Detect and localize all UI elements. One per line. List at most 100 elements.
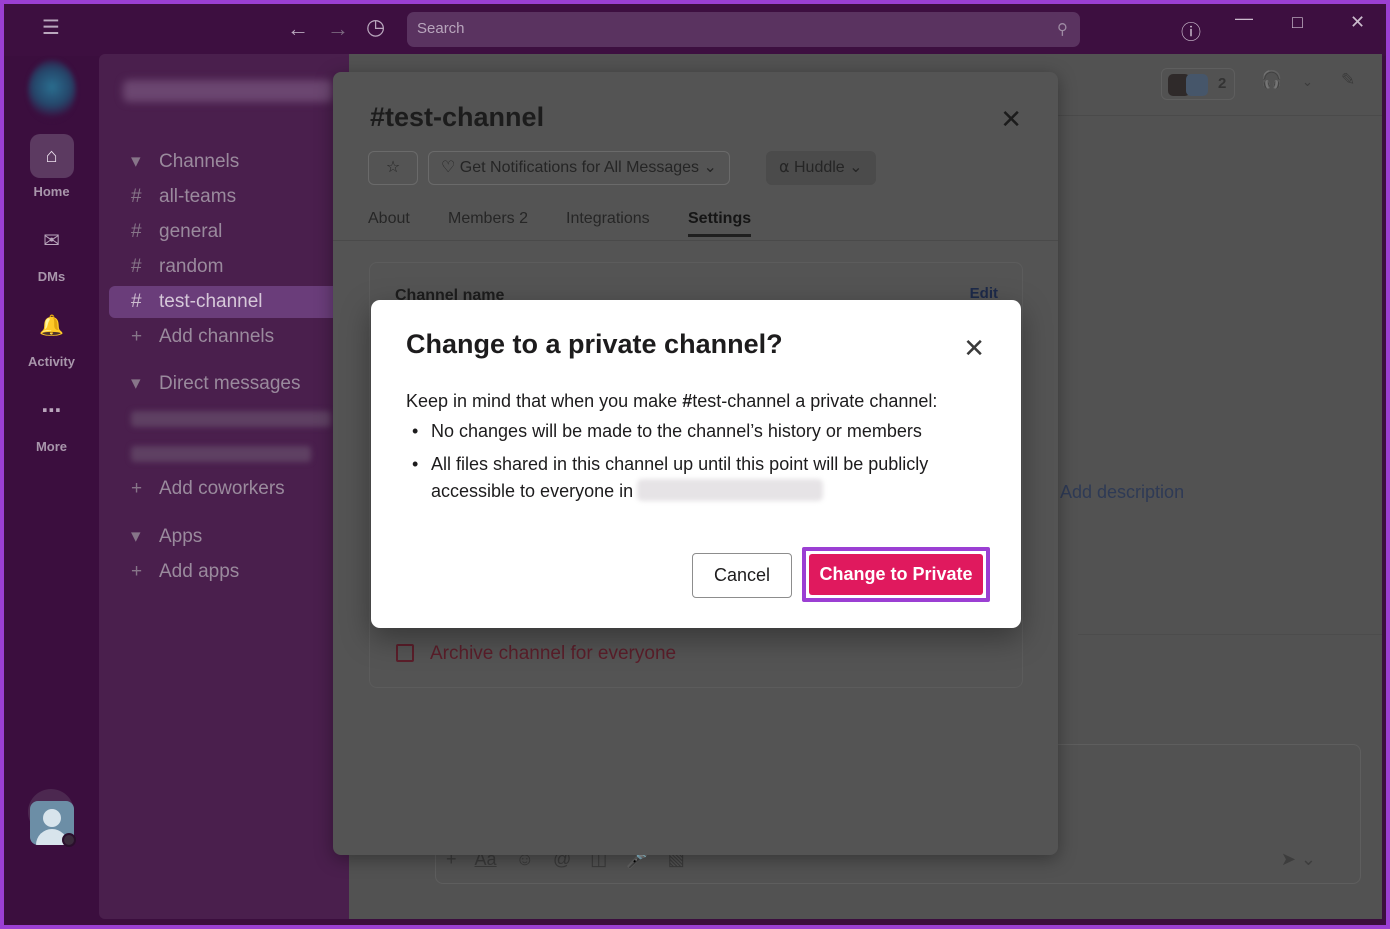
arrow-left-icon[interactable]: ← bbox=[287, 18, 309, 40]
section-channels-label: Channels bbox=[159, 151, 240, 172]
close-icon[interactable]: ✕ bbox=[1350, 12, 1365, 33]
sidebar-item-random[interactable]: # random bbox=[109, 251, 349, 283]
chevron-down-icon: ⌄ bbox=[703, 159, 717, 176]
bullet-text: No changes will be made to the channel’s… bbox=[431, 421, 922, 441]
chevron-down-icon[interactable]: ⌄ bbox=[1302, 74, 1313, 90]
change-to-private-button[interactable]: Change to Private bbox=[809, 554, 983, 595]
workspace-name[interactable] bbox=[123, 80, 333, 102]
add-coworkers-button[interactable]: + Add coworkers bbox=[109, 473, 349, 505]
members-button[interactable]: 2 bbox=[1161, 68, 1235, 100]
channel-title: #test-channel bbox=[370, 102, 544, 133]
sidebar-item-general[interactable]: # general bbox=[109, 216, 349, 248]
intro-text-before: Keep in mind that when you make bbox=[406, 391, 678, 411]
caret-down-icon: ▾ bbox=[131, 151, 141, 172]
add-apps-button[interactable]: + Add apps bbox=[109, 556, 349, 588]
avatar bbox=[1186, 74, 1208, 96]
canvas-icon[interactable]: ✎ bbox=[1341, 70, 1355, 90]
dialog-intro: Keep in mind that when you make #test-ch… bbox=[406, 391, 937, 412]
search-placeholder: Search bbox=[417, 20, 465, 37]
intro-text-after: a private channel: bbox=[795, 391, 938, 411]
section-channels[interactable]: ▾ Channels bbox=[109, 146, 349, 178]
rail-item-more[interactable]: ⋯ More bbox=[4, 389, 99, 454]
headphones-icon: ⍺ bbox=[779, 159, 790, 176]
archive-label: Archive channel for everyone bbox=[430, 643, 677, 664]
section-apps[interactable]: ▾ Apps bbox=[109, 521, 349, 553]
sidebar-item-all-teams[interactable]: # all-teams bbox=[109, 181, 349, 213]
add-channels-button[interactable]: + Add channels bbox=[109, 321, 349, 353]
caret-down-icon: ▾ bbox=[131, 373, 141, 394]
list-item: No changes will be made to the channel’s… bbox=[406, 418, 966, 445]
plus-icon: + bbox=[131, 561, 143, 582]
add-apps-label: Add apps bbox=[159, 561, 240, 582]
huddle-label: Huddle bbox=[794, 159, 845, 176]
question-icon[interactable]: ⓘ bbox=[1181, 16, 1201, 45]
tab-about[interactable]: About bbox=[368, 210, 410, 228]
workspace-avatar[interactable] bbox=[28, 60, 76, 120]
details-tabs: About Members 2 Integrations Settings bbox=[333, 208, 1058, 241]
rail-item-home[interactable]: ⌂ Home bbox=[4, 134, 99, 199]
chevron-down-icon: ⌄ bbox=[849, 159, 863, 176]
minimize-icon[interactable]: — bbox=[1235, 8, 1253, 29]
search-input[interactable]: Search ⚲ bbox=[407, 12, 1080, 47]
member-count: 2 bbox=[1218, 75, 1227, 92]
plus-icon: + bbox=[131, 478, 143, 499]
tab-members[interactable]: Members 2 bbox=[448, 210, 528, 228]
home-icon: ⌂ bbox=[29, 134, 74, 178]
hamburger-icon[interactable]: ☰ bbox=[42, 18, 60, 38]
channel-title-text: test-channel bbox=[385, 102, 545, 132]
title-bar: ☰ ← → ◷ Search ⚲ ⓘ — □ ✕ bbox=[4, 4, 1386, 56]
highlight-box: Change to Private bbox=[802, 547, 990, 602]
rail-label-activity: Activity bbox=[28, 354, 75, 369]
bell-icon: 🔔 bbox=[39, 315, 64, 337]
blurred-workspace-name bbox=[637, 479, 824, 501]
tab-members-label: Members bbox=[448, 210, 515, 227]
huddle-button[interactable]: ⍺ Huddle ⌄ bbox=[766, 151, 876, 185]
headphones-icon[interactable]: 🎧 bbox=[1261, 70, 1282, 90]
tab-settings[interactable]: Settings bbox=[688, 210, 752, 237]
consequences-list: No changes will be made to the channel’s… bbox=[406, 418, 966, 511]
cancel-button[interactable]: Cancel bbox=[692, 553, 792, 598]
bell-icon: ♡ bbox=[441, 159, 456, 176]
section-dm-label: Direct messages bbox=[159, 373, 301, 394]
private-channel-dialog: Change to a private channel? ✕ Keep in m… bbox=[371, 300, 1021, 628]
star-button[interactable]: ☆ bbox=[368, 151, 418, 185]
maximize-icon[interactable]: □ bbox=[1292, 12, 1303, 33]
channel-label: random bbox=[159, 256, 224, 277]
notifications-label: Get Notifications for All Messages bbox=[459, 159, 700, 176]
hash-icon: # bbox=[131, 221, 142, 242]
dialog-title: Change to a private channel? bbox=[406, 329, 783, 359]
channel-label: test-channel bbox=[159, 291, 263, 312]
divider bbox=[1078, 634, 1382, 635]
add-description-link[interactable]: Add description bbox=[1060, 482, 1184, 503]
sidebar-item-test-channel[interactable]: # test-channel bbox=[109, 286, 349, 318]
section-direct-messages[interactable]: ▾ Direct messages bbox=[109, 368, 349, 400]
dm-item[interactable] bbox=[109, 438, 349, 470]
rail-item-activity[interactable]: 🔔 Activity bbox=[4, 304, 99, 369]
notifications-button[interactable]: ♡ Get Notifications for All Messages ⌄ bbox=[428, 151, 730, 185]
presence-indicator bbox=[62, 833, 76, 847]
rail-label-home: Home bbox=[33, 184, 70, 199]
add-channels-label: Add channels bbox=[159, 326, 275, 347]
more-icon: ⋯ bbox=[41, 400, 62, 422]
hash-icon: # bbox=[682, 391, 693, 411]
clock-icon[interactable]: ◷ bbox=[366, 16, 385, 38]
arrow-right-icon[interactable]: → bbox=[327, 18, 349, 40]
archive-channel-button[interactable]: Archive channel for everyone bbox=[396, 643, 676, 665]
archive-icon bbox=[396, 644, 414, 662]
rail-item-dms[interactable]: ✉ DMs bbox=[4, 219, 99, 284]
plus-icon: + bbox=[131, 326, 143, 347]
blurred-dm bbox=[131, 410, 331, 427]
send-icon[interactable]: ➤ ⌄ bbox=[1281, 849, 1316, 870]
tab-integrations[interactable]: Integrations bbox=[566, 210, 650, 228]
tab-members-count: 2 bbox=[519, 210, 529, 227]
dm-item[interactable] bbox=[109, 403, 349, 435]
close-icon[interactable]: ✕ bbox=[1000, 106, 1022, 132]
close-icon[interactable]: ✕ bbox=[963, 335, 985, 361]
hash-icon: # bbox=[370, 102, 386, 132]
section-apps-label: Apps bbox=[159, 526, 203, 547]
hash-icon: # bbox=[131, 291, 142, 312]
app-window: ☰ ← → ◷ Search ⚲ ⓘ — □ ✕ ⌂ Home ✉ DMs 🔔 … bbox=[4, 4, 1386, 925]
intro-channel-name: test-channel bbox=[692, 391, 791, 411]
caret-down-icon: ▾ bbox=[131, 526, 141, 547]
star-icon: ☆ bbox=[385, 159, 401, 176]
